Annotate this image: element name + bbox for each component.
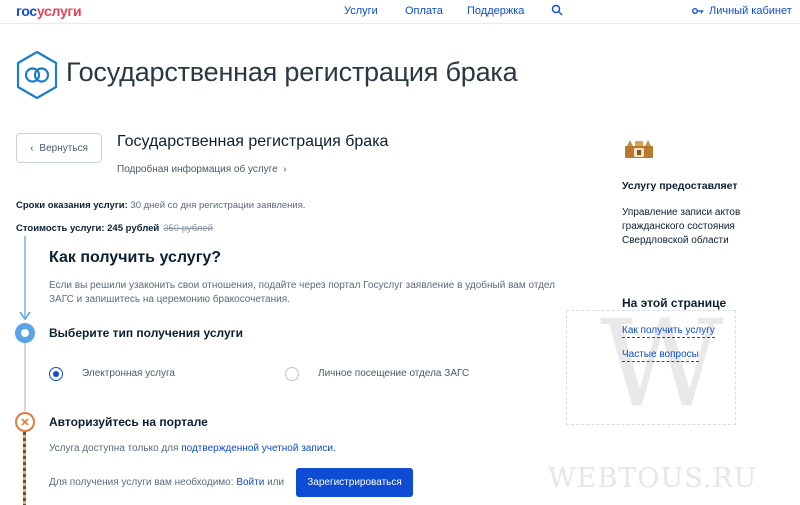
- coat-of-arms-icon: [625, 140, 653, 158]
- step-marker-blocked: [15, 412, 35, 432]
- service-info-link[interactable]: Подробная информация об услуге ›: [117, 164, 287, 175]
- radio-in-person[interactable]: [285, 367, 299, 381]
- service-cost: Стоимость услуги: 245 рублей 350 рублей: [16, 223, 213, 234]
- personal-cabinet-link[interactable]: Личный кабинет: [692, 5, 792, 17]
- provider-heading: Услугу предоставляет: [622, 180, 738, 192]
- close-icon: [21, 418, 29, 426]
- toc-heading: На этой странице: [622, 296, 727, 310]
- nav-services-link[interactable]: Услуги: [344, 5, 378, 17]
- radio-in-person-label[interactable]: Личное посещение отдела ЗАГС: [318, 368, 469, 379]
- auth-prompt: Для получения услуги вам необходимо: Вой…: [49, 477, 285, 488]
- chevron-left-icon: ‹: [30, 142, 34, 154]
- availability-note: Услуга доступна только для подтвержденно…: [49, 443, 336, 454]
- how-to-get-heading: Как получить услугу?: [49, 249, 222, 266]
- nav-support-link[interactable]: Поддержка: [467, 5, 524, 17]
- timeline-rope: [23, 432, 26, 505]
- toc-link-faq[interactable]: Частые вопросы: [622, 349, 699, 362]
- radio-electronic[interactable]: [49, 367, 63, 381]
- login-link[interactable]: Войти: [236, 477, 264, 488]
- toc-link-how[interactable]: Как получить услугу: [622, 325, 715, 338]
- provider-name: Управление записи актов гражданского сос…: [622, 207, 741, 246]
- top-navbar: госуслуги Услуги Оплата Поддержка Личный…: [0, 0, 800, 24]
- timeline-line: [24, 343, 26, 411]
- step1-title: Выберите тип получения услуги: [49, 326, 244, 340]
- service-terms: Сроки оказания услуги: 30 дней со дня ре…: [16, 200, 306, 211]
- step-marker-active: [15, 323, 35, 343]
- timeline-line: [24, 236, 26, 318]
- step2-title: Авторизуйтесь на портале: [49, 415, 208, 429]
- verified-account-link[interactable]: подтвержденной учетной записи.: [181, 443, 336, 454]
- back-button[interactable]: ‹ Вернуться: [16, 133, 102, 163]
- cabinet-label: Личный кабинет: [709, 5, 792, 17]
- watermark-text: WEBTOUS.RU: [548, 463, 758, 494]
- service-title: Государственная регистрация брака: [117, 133, 389, 150]
- how-to-get-text: Если вы решили узаконить свои отношения,…: [49, 280, 555, 305]
- radio-electronic-label[interactable]: Электронная услуга: [82, 368, 175, 379]
- arrow-down-icon: [19, 311, 31, 321]
- register-button[interactable]: Зарегистрироваться: [296, 468, 413, 497]
- old-price: 350 рублей: [163, 223, 213, 234]
- chevron-right-icon: ›: [280, 164, 287, 175]
- rings-hexagon-icon: [16, 50, 58, 100]
- page-title: Государственная регистрация брака: [66, 57, 518, 87]
- gosuslugi-logo[interactable]: госуслуги: [16, 3, 82, 19]
- back-button-label: Вернуться: [39, 142, 88, 154]
- search-icon[interactable]: [551, 4, 563, 16]
- nav-payment-link[interactable]: Оплата: [405, 5, 443, 17]
- key-icon: [692, 8, 704, 14]
